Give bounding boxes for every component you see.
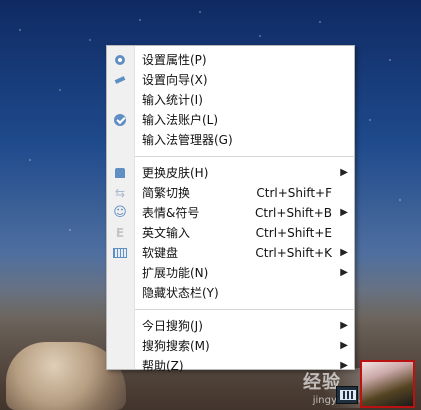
menu-item-ime-account[interactable]: 输入法账户(L) <box>107 110 354 130</box>
submenu-arrow-icon: ▶ <box>340 360 348 371</box>
emoji-icon <box>113 206 127 220</box>
submenu-arrow-icon: ▶ <box>340 267 348 278</box>
menu-item-label: 帮助(Z) <box>142 359 184 373</box>
menu-item-shortcut: Ctrl+Shift+K <box>255 246 332 260</box>
menu-item-label: 扩展功能(N) <box>142 266 209 280</box>
menu-item-label: 设置属性(P) <box>142 53 207 67</box>
menu-item-label: 表情&符号 <box>142 206 200 220</box>
menu-separator <box>135 156 354 157</box>
menu-item-shortcut: Ctrl+Shift+B <box>255 206 332 220</box>
ime-taskbar-keyboard[interactable] <box>336 386 358 404</box>
menu-item-today-sogou[interactable]: 今日搜狗(J) ▶ <box>107 316 354 336</box>
keyboard-icon <box>113 246 127 260</box>
menu-item-emoji-symbols[interactable]: 表情&符号 Ctrl+Shift+B ▶ <box>107 203 354 223</box>
menu-item-label: 软键盘 <box>142 246 179 260</box>
menu-item-label: 简繁切换 <box>142 186 191 200</box>
submenu-arrow-icon: ▶ <box>340 167 348 178</box>
brush-icon <box>113 166 127 180</box>
menu-items: 设置属性(P) 设置向导(X) 输入统计(I) 输入法账户(L) 输入法管理器(… <box>107 50 354 376</box>
menu-item-extensions[interactable]: 扩展功能(N) ▶ <box>107 263 354 283</box>
menu-item-change-skin[interactable]: 更换皮肤(H) ▶ <box>107 163 354 183</box>
menu-item-help[interactable]: 帮助(Z) ▶ <box>107 356 354 376</box>
account-check-icon <box>113 113 127 127</box>
ime-context-menu: 设置属性(P) 设置向导(X) 输入统计(I) 输入法账户(L) 输入法管理器(… <box>106 45 355 373</box>
menu-item-label: 英文输入 <box>142 226 191 240</box>
gear-icon <box>113 53 127 67</box>
menu-item-input-stats[interactable]: 输入统计(I) <box>107 90 354 110</box>
thumbnail-image <box>360 360 415 408</box>
menu-item-sogou-search[interactable]: 搜狗搜索(M) ▶ <box>107 336 354 356</box>
submenu-arrow-icon: ▶ <box>340 207 348 218</box>
menu-item-label: 更换皮肤(H) <box>142 166 209 180</box>
menu-item-settings[interactable]: 设置属性(P) <box>107 50 354 70</box>
submenu-arrow-icon: ▶ <box>340 340 348 351</box>
menu-item-simp-trad-toggle[interactable]: 简繁切换 Ctrl+Shift+F <box>107 183 354 203</box>
menu-item-label: 今日搜狗(J) <box>142 319 203 333</box>
menu-item-label: 搜狗搜索(M) <box>142 339 210 353</box>
menu-item-setup-wizard[interactable]: 设置向导(X) <box>107 70 354 90</box>
english-e-icon <box>113 226 127 240</box>
menu-item-english-input[interactable]: 英文输入 Ctrl+Shift+E <box>107 223 354 243</box>
keyboard-icon <box>340 390 356 400</box>
menu-item-label: 隐藏状态栏(Y) <box>142 286 219 300</box>
menu-separator <box>135 309 354 310</box>
menu-item-soft-keyboard[interactable]: 软键盘 Ctrl+Shift+K ▶ <box>107 243 354 263</box>
menu-item-label: 设置向导(X) <box>142 73 208 87</box>
wand-icon <box>113 73 127 87</box>
submenu-arrow-icon: ▶ <box>340 247 348 258</box>
menu-item-shortcut: Ctrl+Shift+F <box>256 186 332 200</box>
submenu-arrow-icon: ▶ <box>340 320 348 331</box>
menu-item-label: 输入法管理器(G) <box>142 133 233 147</box>
swap-icon <box>113 186 127 200</box>
menu-item-label: 输入统计(I) <box>142 93 203 107</box>
menu-item-shortcut: Ctrl+Shift+E <box>255 226 332 240</box>
menu-item-label: 输入法账户(L) <box>142 113 219 127</box>
menu-item-ime-manager[interactable]: 输入法管理器(G) <box>107 130 354 150</box>
menu-item-hide-status-bar[interactable]: 隐藏状态栏(Y) <box>107 283 354 303</box>
